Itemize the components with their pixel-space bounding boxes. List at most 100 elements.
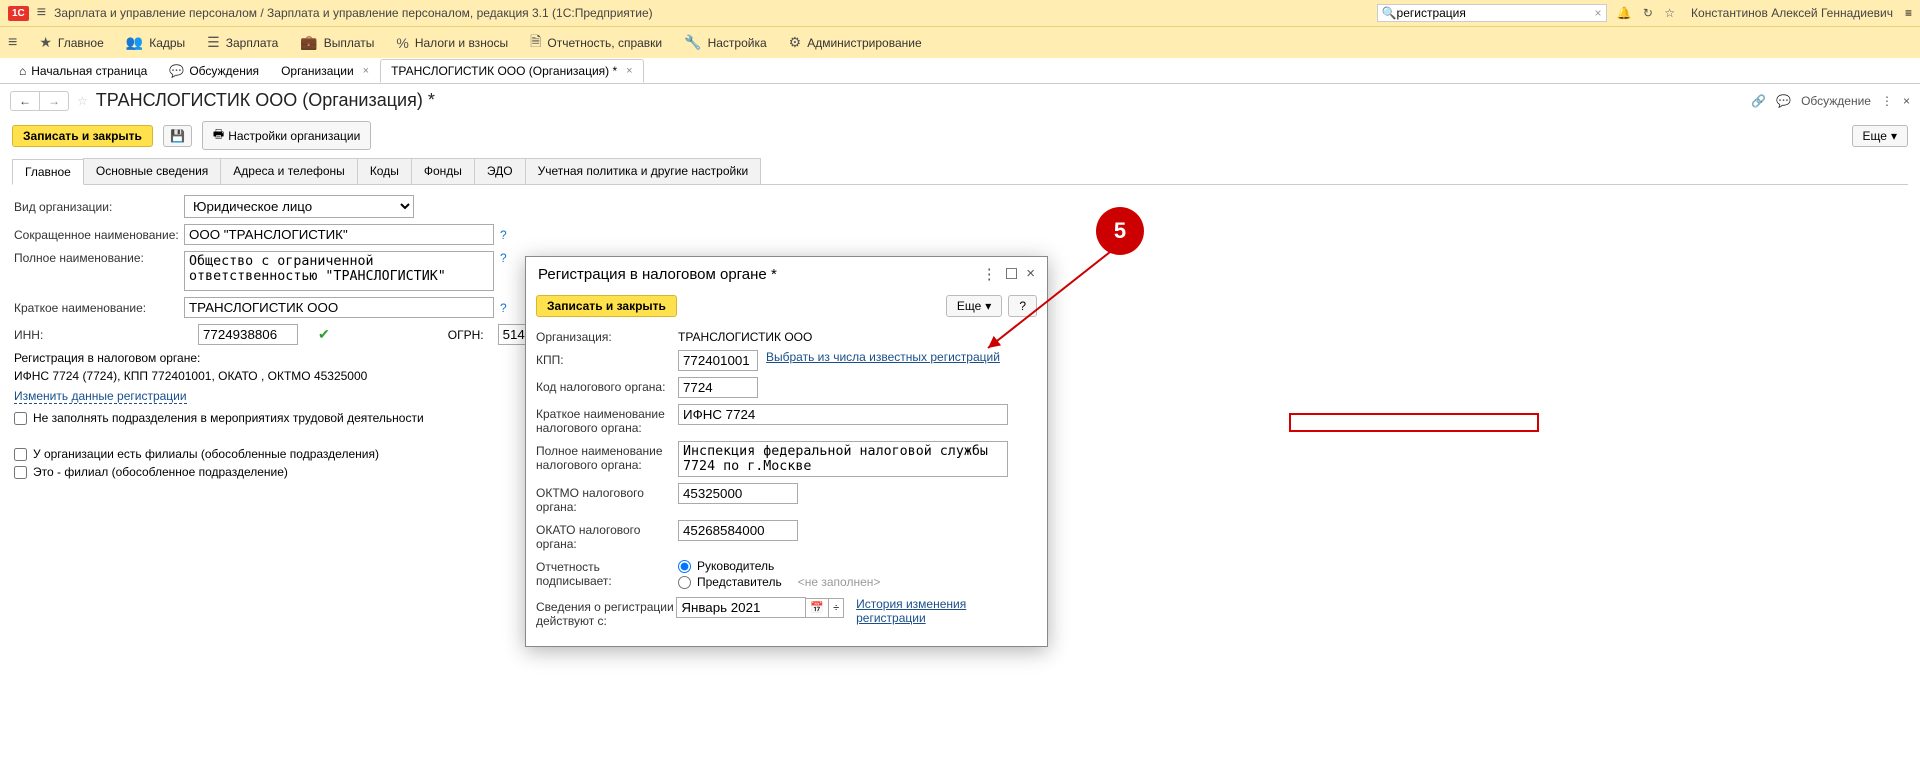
menu-taxes[interactable]: %Налоги и взносы: [396, 35, 508, 51]
sections-icon[interactable]: ≡: [8, 34, 17, 52]
more-button[interactable]: Еще ▾: [1852, 125, 1908, 147]
modal-kpp-input[interactable]: [678, 350, 758, 371]
menu-main[interactable]: ★Главное: [39, 34, 103, 51]
help-icon[interactable]: ?: [500, 251, 507, 265]
full-name-input[interactable]: Общество с ограниченной ответственностью…: [184, 251, 494, 291]
back-icon[interactable]: ←: [11, 92, 40, 110]
print-icon: 🖶: [213, 125, 224, 146]
chk-has-branches[interactable]: [14, 448, 27, 461]
star-icon[interactable]: ☆: [1664, 6, 1675, 20]
hamburger-icon[interactable]: ≡: [37, 4, 46, 22]
app-title: Зарплата и управление персоналом / Зарпл…: [54, 6, 653, 20]
wrench-icon: 🔧: [684, 34, 701, 51]
chat-icon: 💬: [169, 64, 184, 78]
org-settings-button[interactable]: 🖶 Настройки организации: [202, 121, 371, 150]
kebab-icon[interactable]: ⋮: [1881, 94, 1893, 108]
gear-icon: ⚙: [789, 34, 802, 51]
menu-payments[interactable]: 💼Выплаты: [300, 34, 374, 51]
subtab-codes[interactable]: Коды: [357, 158, 412, 184]
modal-more-button[interactable]: Еще ▾: [946, 295, 1002, 317]
pick-registration-link[interactable]: Выбрать из числа известных регистраций: [766, 350, 1000, 364]
brief-name-input[interactable]: [184, 297, 494, 318]
history-link[interactable]: История изменения регистрации: [856, 597, 1037, 625]
clear-search-icon[interactable]: ×: [1595, 6, 1602, 20]
spinner-icon[interactable]: ÷: [829, 598, 844, 618]
org-type-select[interactable]: Юридическое лицо: [184, 195, 414, 218]
tab-strip: ⌂Начальная страница 💬Обсуждения Организа…: [0, 58, 1920, 84]
tab-current[interactable]: ТРАНСЛОГИСТИК ООО (Организация) *×: [380, 59, 644, 83]
main-menu: ≡ ★Главное 👥Кадры ☰Зарплата 💼Выплаты %На…: [0, 26, 1920, 58]
modal-code-input[interactable]: [678, 377, 758, 398]
tab-orgs[interactable]: Организации×: [270, 59, 380, 83]
chk-is-branch[interactable]: [14, 466, 27, 479]
modal-help-button[interactable]: ?: [1008, 295, 1037, 317]
menu-admin[interactable]: ⚙Администрирование: [789, 34, 922, 51]
kebab-icon[interactable]: ⋮: [982, 265, 997, 283]
page-title: ТРАНСЛОГИСТИК ООО (Организация) *: [96, 90, 435, 111]
bell-icon[interactable]: 🔔: [1617, 6, 1632, 20]
tab-discussions[interactable]: 💬Обсуждения: [158, 59, 270, 83]
modal-full-label: Полное наименование налогового органа:: [536, 441, 678, 472]
calendar-icon[interactable]: 📅: [806, 598, 829, 618]
inn-label: ИНН:: [14, 328, 184, 342]
subtab-funds[interactable]: Фонды: [411, 158, 475, 184]
modal-save-close-button[interactable]: Записать и закрыть: [536, 295, 677, 317]
list-icon: ☰: [207, 34, 220, 51]
inn-input[interactable]: [198, 324, 298, 345]
subtab-main[interactable]: Главное: [12, 159, 84, 185]
close-page-icon[interactable]: ×: [1903, 94, 1910, 108]
save-button[interactable]: 💾: [163, 125, 192, 147]
settings-icon[interactable]: ≡: [1905, 6, 1912, 20]
menu-salary[interactable]: ☰Зарплата: [207, 34, 278, 51]
forward-icon[interactable]: →: [40, 92, 68, 110]
subtab-basic[interactable]: Основные сведения: [83, 158, 221, 184]
modal-code-label: Код налогового органа:: [536, 377, 678, 394]
save-close-button[interactable]: Записать и закрыть: [12, 125, 153, 147]
people-icon: 👥: [126, 34, 143, 51]
doc-icon: 🗎: [530, 31, 541, 55]
subtab-policy[interactable]: Учетная политика и другие настройки: [525, 158, 762, 184]
menu-reports[interactable]: 🗎Отчетность, справки: [530, 31, 662, 55]
registration-modal: Регистрация в налоговом органе * ⋮ ☐ × З…: [525, 256, 1048, 647]
chk-no-divisions[interactable]: [14, 412, 27, 425]
maximize-icon[interactable]: ☐: [1005, 265, 1018, 283]
discuss-link[interactable]: Обсуждение: [1801, 94, 1871, 108]
link-icon[interactable]: 🔗: [1751, 94, 1766, 108]
close-icon[interactable]: ×: [626, 65, 632, 77]
subtab-addr[interactable]: Адреса и телефоны: [220, 158, 358, 184]
short-name-input[interactable]: [184, 224, 494, 245]
help-icon[interactable]: ?: [500, 301, 507, 315]
discuss-icon[interactable]: 💬: [1776, 94, 1791, 108]
nav-back-forward[interactable]: ← →: [10, 91, 69, 111]
modal-kpp-label: КПП:: [536, 350, 678, 367]
modal-oktmo-input[interactable]: [678, 483, 798, 504]
modal-full-input[interactable]: Инспекция федеральной налоговой службы 7…: [678, 441, 1008, 477]
menu-settings[interactable]: 🔧Настройка: [684, 34, 767, 51]
modal-okato-input[interactable]: [678, 520, 798, 541]
modal-from-input[interactable]: [676, 597, 806, 618]
app-logo: 1C: [8, 6, 29, 21]
modal-oktmo-label: ОКТМО налогового органа:: [536, 483, 678, 514]
help-icon[interactable]: ?: [500, 228, 507, 242]
home-icon: ⌂: [19, 64, 26, 78]
modal-title: Регистрация в налоговом органе *: [538, 266, 777, 283]
favorite-icon[interactable]: ☆: [77, 94, 88, 108]
close-icon[interactable]: ×: [363, 65, 369, 77]
subtab-edo[interactable]: ЭДО: [474, 158, 526, 184]
edit-registration-link[interactable]: Изменить данные регистрации: [14, 389, 187, 404]
radio-leader[interactable]: [678, 560, 691, 573]
modal-short-input[interactable]: [678, 404, 1008, 425]
org-type-label: Вид организации:: [14, 200, 184, 214]
radio-rep[interactable]: [678, 576, 691, 589]
history-icon[interactable]: ↻: [1643, 6, 1653, 20]
percent-icon: %: [396, 35, 408, 51]
user-name[interactable]: Константинов Алексей Геннадиевич: [1691, 6, 1893, 20]
close-icon[interactable]: ×: [1026, 265, 1035, 283]
global-search[interactable]: 🔍 ×: [1377, 4, 1607, 22]
tab-start[interactable]: ⌂Начальная страница: [8, 59, 158, 83]
search-input[interactable]: [1397, 6, 1595, 20]
menu-kadry[interactable]: 👥Кадры: [126, 34, 185, 51]
full-name-label: Полное наименование:: [14, 251, 184, 265]
check-icon: ✔: [318, 326, 330, 343]
wallet-icon: 💼: [300, 34, 317, 51]
